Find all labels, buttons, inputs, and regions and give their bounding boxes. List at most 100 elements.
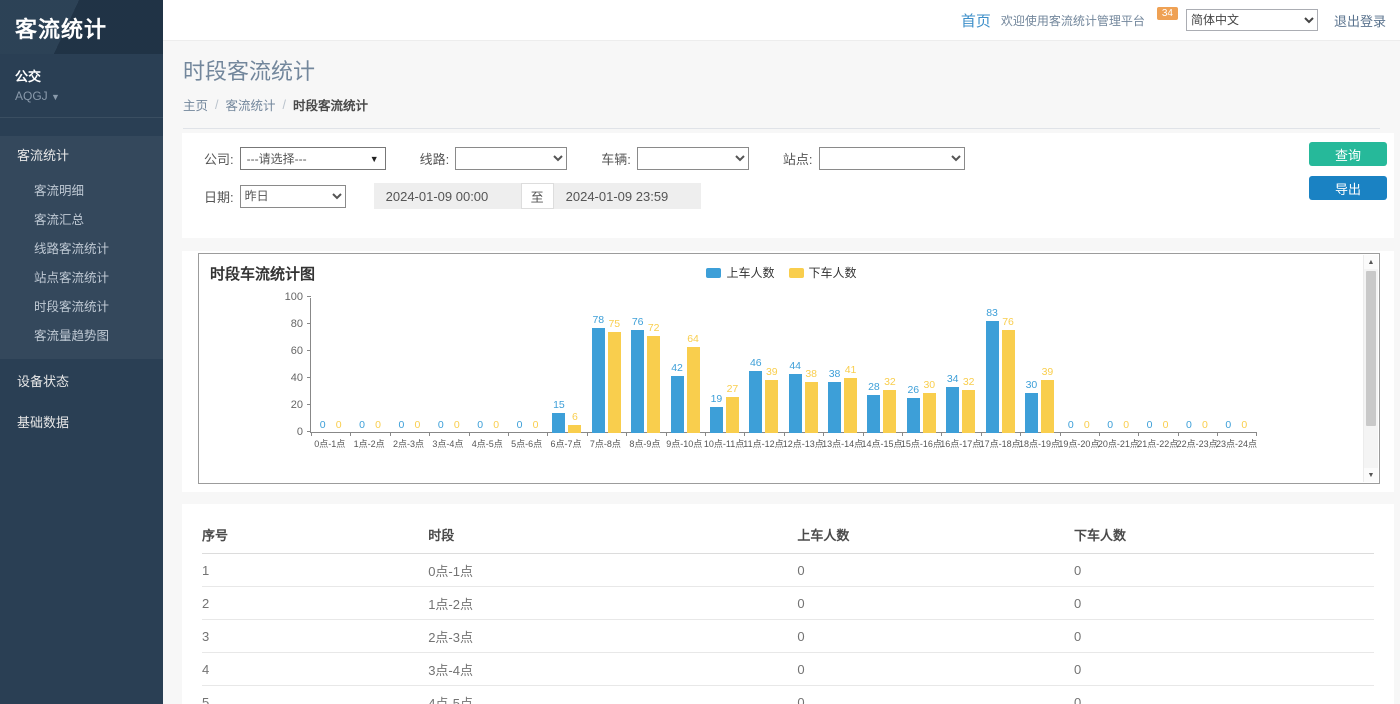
sidebar-item-base-data[interactable]: 基础数据 (0, 402, 163, 441)
x-axis-label: 22点-23点 (1177, 437, 1216, 450)
bar-stack: 19 (710, 298, 723, 433)
y-axis-tick-label: 60 (277, 345, 311, 357)
bar-stack: 38 (805, 298, 818, 433)
station-select[interactable] (819, 147, 965, 170)
bar (789, 374, 802, 433)
bar-group: 00 (1217, 298, 1256, 433)
table-cell: 0 (1074, 587, 1374, 620)
x-axis-label: 15点-16点 (901, 437, 940, 450)
date-preset-select[interactable]: 昨日 (240, 185, 346, 208)
bar-value-label: 64 (687, 334, 699, 345)
bar-group: 00 (508, 298, 547, 433)
date-start-input[interactable] (374, 183, 521, 209)
bar-stack: 27 (726, 298, 739, 433)
bar (962, 390, 975, 433)
scrollbar-thumb[interactable] (1366, 271, 1376, 426)
bar-stack: 0 (372, 298, 385, 433)
bar-group: 00 (429, 298, 468, 433)
x-axis-label: 6点-7点 (546, 437, 585, 450)
bar-value-label: 0 (359, 420, 365, 431)
chart-vertical-scrollbar[interactable]: ▲ ▼ (1363, 255, 1378, 482)
bar-value-label: 72 (648, 323, 660, 334)
bar-value-label: 32 (884, 377, 896, 388)
scroll-down-icon[interactable]: ▼ (1364, 468, 1378, 482)
sidebar-item-trend-chart[interactable]: 客流量趋势图 (0, 320, 163, 349)
bar-value-label: 0 (1123, 420, 1129, 431)
bar-value-label: 0 (415, 420, 421, 431)
bar-group: 156 (547, 298, 586, 433)
x-axis-tick (823, 432, 824, 436)
chevron-down-icon: ▼ (370, 154, 379, 164)
x-axis-label: 3点-4点 (428, 437, 467, 450)
page-title: 时段客流统计 (183, 54, 1380, 86)
language-select[interactable]: 简体中文 (1186, 9, 1318, 31)
bar-stack: 0 (395, 298, 408, 433)
bar-stack: 15 (552, 298, 565, 433)
x-axis-label: 5点-6点 (507, 437, 546, 450)
bar-group: 00 (390, 298, 429, 433)
app-logo: 客流统计 (0, 0, 163, 54)
x-axis-tick (508, 432, 509, 436)
notification-badge[interactable]: 34 (1157, 7, 1178, 20)
vehicle-select[interactable] (637, 147, 749, 170)
y-axis-tick (307, 296, 311, 297)
bar (765, 380, 778, 433)
sidebar-item-line-stats[interactable]: 线路客流统计 (0, 233, 163, 262)
sidebar-item-device-status[interactable]: 设备状态 (0, 361, 163, 400)
scrollbar-track[interactable] (1364, 269, 1378, 468)
sidebar-item-passenger-detail[interactable]: 客流明细 (0, 175, 163, 204)
x-axis-tick (666, 432, 667, 436)
line-select[interactable] (455, 147, 567, 170)
station-label: 站点: (783, 149, 813, 168)
bar-group: 83 76 (980, 298, 1019, 433)
date-end-input[interactable] (554, 183, 701, 209)
bar-value-label: 0 (336, 420, 342, 431)
sidebar-item-period-stats[interactable]: 时段客流统计 (0, 291, 163, 320)
breadcrumb-current: 时段客流统计 (293, 95, 368, 114)
x-axis-label: 23点-24点 (1216, 437, 1255, 450)
legend-item[interactable]: 上车人数 (706, 264, 774, 281)
breadcrumb-home[interactable]: 主页 (183, 95, 208, 114)
bar-stack: 30 (1025, 298, 1038, 433)
x-axis-tick (744, 432, 745, 436)
bar (631, 330, 644, 433)
x-axis-tick (863, 432, 864, 436)
x-axis-tick (311, 432, 312, 436)
bar-value-label: 0 (1225, 420, 1231, 431)
bar-value-label: 32 (963, 377, 975, 388)
bar-stack: 0 (474, 298, 487, 433)
bar-stack: 76 (631, 298, 644, 433)
sidebar-item-passenger-summary[interactable]: 客流汇总 (0, 204, 163, 233)
bar-group: 00 (1099, 298, 1138, 433)
home-link[interactable]: 首页 (961, 10, 991, 31)
y-axis-tick (307, 323, 311, 324)
breadcrumb-passenger-stats[interactable]: 客流统计 (226, 95, 276, 114)
company-select[interactable]: ---请选择--- ▼ (240, 147, 386, 170)
logout-link[interactable]: 退出登录 (1334, 11, 1386, 30)
query-button[interactable]: 查询 (1309, 142, 1387, 166)
date-range-to: 至 (521, 183, 554, 209)
export-button[interactable]: 导出 (1309, 176, 1387, 200)
bar-stack: 76 (1002, 298, 1015, 433)
sidebar-item-passenger-stats[interactable]: 客流统计 (0, 136, 163, 173)
legend-item[interactable]: 下车人数 (789, 264, 857, 281)
table-cell: 4点-5点 (428, 686, 797, 704)
x-axis-tick (626, 432, 627, 436)
top-navbar: 首页 欢迎使用客流统计管理平台 34 简体中文 退出登录 (163, 0, 1400, 41)
x-axis-label: 19点-20点 (1058, 437, 1097, 450)
sidebar-item-station-stats[interactable]: 站点客流统计 (0, 262, 163, 291)
scroll-up-icon[interactable]: ▲ (1364, 255, 1378, 269)
x-axis-label: 18点-19点 (1019, 437, 1058, 450)
bar (592, 328, 605, 433)
profile-org-code-dropdown[interactable]: AQGJ ▼ (15, 89, 148, 103)
table-cell: 0 (797, 653, 1074, 686)
x-axis-tick (1178, 432, 1179, 436)
bar-group: 00 (1138, 298, 1177, 433)
bar-value-label: 30 (923, 380, 935, 391)
bar-value-label: 83 (986, 308, 998, 319)
table-header-cell: 时段 (428, 516, 797, 554)
x-axis-tick (547, 432, 548, 436)
table-header-cell: 序号 (202, 516, 428, 554)
bar-chart: 0204060801000000000000001567875767242641… (310, 298, 1256, 433)
date-label: 日期: (204, 187, 234, 206)
